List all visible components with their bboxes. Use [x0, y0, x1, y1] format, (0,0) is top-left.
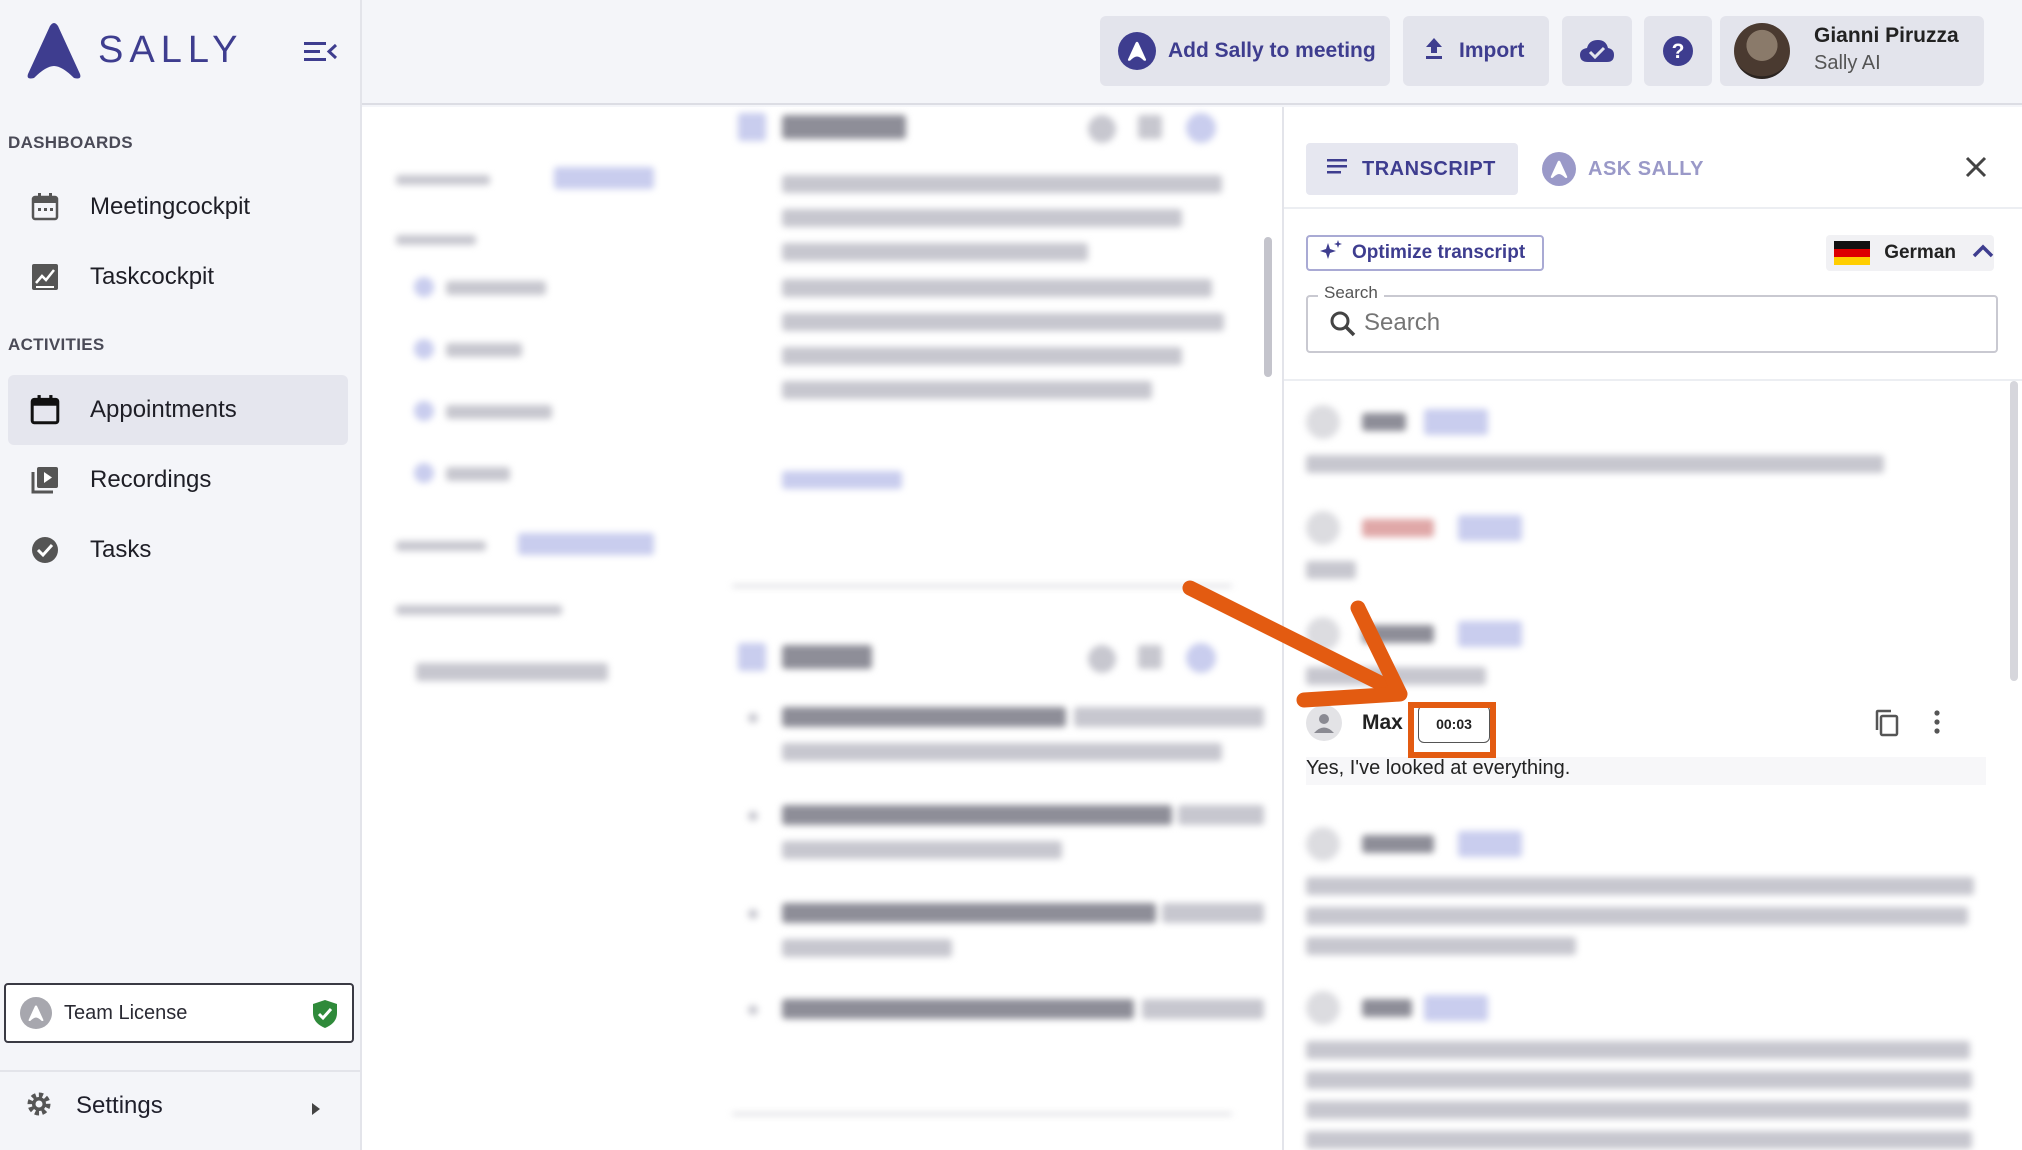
- help-button[interactable]: ?: [1644, 16, 1712, 86]
- sidebar-item-tasks[interactable]: Tasks: [8, 515, 348, 585]
- transcript-list: Max 00:03 Yes, I've looked at everything…: [1284, 379, 2022, 1150]
- chevron-right-icon: [310, 1102, 322, 1121]
- calendar-icon: [28, 190, 62, 224]
- copy-button[interactable]: [1874, 709, 1900, 742]
- sally-logo-icon: [1542, 152, 1576, 186]
- upload-icon: [1423, 36, 1445, 66]
- tab-ask-label: ASK SALLY: [1588, 157, 1705, 180]
- video-library-icon: [28, 463, 62, 497]
- search-label: Search: [1318, 283, 1384, 303]
- cloud-done-icon: [1580, 40, 1614, 62]
- calendar-icon: [28, 393, 62, 427]
- search-icon: [1330, 311, 1356, 342]
- copy-icon: [1875, 709, 1899, 737]
- tab-ask-sally[interactable]: ASK SALLY: [1542, 143, 1704, 195]
- section-activities: ACTIVITIES: [8, 335, 105, 354]
- sidebar-item-label: Recordings: [90, 466, 212, 493]
- speaker-avatar-icon: [1306, 705, 1342, 741]
- chart-icon: [28, 260, 62, 294]
- german-flag-icon: [1834, 241, 1871, 265]
- add-sally-button[interactable]: Add Sally to meeting: [1100, 16, 1390, 86]
- sidebar-item-appointments[interactable]: Appointments: [8, 375, 348, 445]
- sally-logo[interactable]: SALLY: [22, 20, 243, 80]
- sidebar-item-label: Meetingcockpit: [90, 193, 251, 220]
- license-logo-icon: [20, 997, 52, 1029]
- sally-logo-icon: [1118, 32, 1156, 70]
- more-vert-icon: [1934, 710, 1940, 734]
- help-icon: ?: [1663, 36, 1693, 66]
- svg-text:?: ?: [1672, 40, 1685, 63]
- menu-collapse-icon: [304, 42, 338, 61]
- tab-transcript[interactable]: TRANSCRIPT: [1306, 143, 1518, 195]
- annotation-highlight-box: [1408, 702, 1496, 758]
- close-panel-button[interactable]: [1964, 155, 1988, 184]
- import-button[interactable]: Import: [1403, 16, 1549, 86]
- sidebar-item-label: Taskcockpit: [90, 263, 215, 290]
- license-label: Team License: [64, 1001, 188, 1024]
- sidebar-item-recordings[interactable]: Recordings: [8, 445, 348, 515]
- gear-icon: [24, 1089, 54, 1124]
- settings-label: Settings: [76, 1092, 163, 1119]
- tab-transcript-label: TRANSCRIPT: [1362, 157, 1496, 180]
- language-select[interactable]: German: [1826, 235, 1994, 271]
- transcript-scrollbar[interactable]: [2010, 381, 2018, 681]
- sidebar: SALLY DASHBOARDS Meetingcockpit Taskcock…: [0, 0, 362, 1150]
- notes-icon: [1326, 157, 1348, 182]
- optimize-transcript-button[interactable]: Optimize transcript: [1306, 235, 1544, 271]
- topbar: Add Sally to meeting Import ? Gianni Pir…: [362, 0, 2022, 105]
- transcript-panel: TRANSCRIPT ASK SALLY Optimize transcript…: [1282, 107, 2022, 1150]
- verified-shield-icon: [312, 999, 338, 1034]
- panel-header: TRANSCRIPT ASK SALLY: [1284, 107, 2022, 209]
- user-name: Gianni Piruzza: [1814, 24, 1959, 47]
- user-organization: Sally AI: [1814, 52, 1881, 74]
- sally-logo-icon: [27, 23, 81, 79]
- user-menu[interactable]: Gianni Piruzza Sally AI: [1720, 16, 1984, 86]
- search-input[interactable]: [1364, 309, 1964, 337]
- optimize-label: Optimize transcript: [1352, 242, 1526, 263]
- avatar: [1734, 23, 1790, 79]
- close-icon: [1965, 156, 1987, 178]
- chevron-up-icon: [1972, 243, 1994, 264]
- more-options-button[interactable]: [1932, 709, 1942, 740]
- collapse-sidebar-button[interactable]: [300, 36, 340, 66]
- blurred-content: [362, 107, 1282, 1150]
- sidebar-item-label: Appointments: [90, 396, 237, 423]
- sidebar-item-meetingcockpit[interactable]: Meetingcockpit: [8, 172, 348, 242]
- team-license-badge[interactable]: Team License: [4, 983, 354, 1043]
- add-sally-label: Add Sally to meeting: [1168, 39, 1376, 62]
- speaker-name: Max: [1362, 711, 1403, 734]
- message-text: Yes, I've looked at everything.: [1306, 757, 1986, 785]
- sparkle-icon: [1318, 239, 1344, 268]
- section-dashboards: DASHBOARDS: [8, 133, 133, 152]
- sidebar-item-label: Tasks: [90, 536, 152, 563]
- settings-menu[interactable]: Settings: [0, 1070, 360, 1130]
- cloud-sync-button[interactable]: [1562, 16, 1632, 86]
- transcript-search: Search: [1306, 283, 1998, 353]
- import-label: Import: [1459, 39, 1525, 62]
- message-header: Max 00:03: [1306, 705, 1490, 743]
- brand-name: SALLY: [98, 28, 244, 71]
- meeting-details-blurred: [362, 107, 1282, 1150]
- middle-scrollbar[interactable]: [1264, 237, 1272, 377]
- sidebar-item-taskcockpit[interactable]: Taskcockpit: [8, 242, 348, 312]
- language-label: German: [1884, 242, 1956, 263]
- check-circle-icon: [28, 533, 62, 567]
